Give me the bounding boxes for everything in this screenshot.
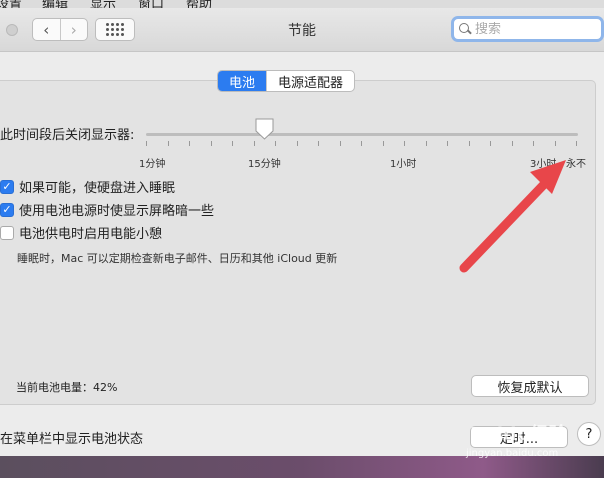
show-battery-status-label: 在菜单栏中显示电池状态 xyxy=(0,432,144,447)
option-dim-display-label: 使用电池电源时使显示屏略暗一些 xyxy=(19,204,215,219)
slider-tick xyxy=(447,141,448,146)
menu-window[interactable]: 窗口 xyxy=(138,0,164,8)
option-power-nap[interactable]: 电池供电时启用电能小憩 xyxy=(0,223,162,242)
menubar: 设置 编辑 显示 窗口 帮助 xyxy=(0,0,604,8)
menu-edit[interactable]: 编辑 xyxy=(42,0,68,8)
slider-tick xyxy=(382,141,384,146)
slider-tick xyxy=(511,141,513,146)
option-hdd-sleep-label: 如果可能，使硬盘进入睡眠 xyxy=(19,181,176,196)
slider-tick xyxy=(361,141,362,146)
slider-tick xyxy=(339,141,341,146)
tick-label-1hr: 1小时 xyxy=(390,159,417,170)
tab-segment: 电池 电源适配器 xyxy=(217,70,356,92)
slider-tick xyxy=(576,141,577,146)
toolbar: ‹ › 节能 xyxy=(0,8,604,52)
slider-tick xyxy=(490,141,491,146)
slider-tick xyxy=(210,141,212,146)
power-nap-note: 睡眠时，Mac 可以定期检查新电子邮件、日历和其他 iCloud 更新 xyxy=(17,252,338,265)
slider-tick xyxy=(167,141,169,146)
slider-tick xyxy=(468,141,470,146)
slider-tick xyxy=(425,141,427,146)
slider-tick xyxy=(232,141,233,146)
menu-view[interactable]: 显示 xyxy=(90,0,116,8)
tick-label-15min: 15分钟 xyxy=(248,159,281,170)
search-field[interactable] xyxy=(451,16,604,42)
slider-tick xyxy=(404,141,405,146)
tab-battery[interactable]: 电池 xyxy=(218,71,267,91)
slider-tick xyxy=(146,141,147,146)
menu-settings[interactable]: 设置 xyxy=(0,0,22,8)
option-dim-display[interactable]: 使用电池电源时使显示屏略暗一些 xyxy=(0,200,214,219)
display-sleep-label: 此时间段后关闭显示器: xyxy=(0,128,135,143)
search-icon xyxy=(458,22,472,36)
help-button[interactable]: ? xyxy=(577,422,601,446)
option-hdd-sleep[interactable]: 如果可能，使硬盘进入睡眠 xyxy=(0,177,175,196)
tick-label-3hr: 3小时 xyxy=(530,159,557,170)
restore-defaults-button[interactable]: 恢复成默认 xyxy=(471,375,589,397)
checkbox-hdd-sleep[interactable] xyxy=(0,179,14,194)
tick-label-1min: 1分钟 xyxy=(139,159,166,170)
baidu-watermark-url: jingyan.baidu.com xyxy=(466,448,559,459)
display-sleep-slider-thumb[interactable] xyxy=(255,118,274,140)
desktop-wallpaper xyxy=(0,456,604,478)
slider-tick xyxy=(189,141,190,146)
menu-help[interactable]: 帮助 xyxy=(186,0,212,8)
slider-tick xyxy=(318,141,319,146)
tick-label-never: 永不 xyxy=(566,159,586,170)
slider-tick xyxy=(296,141,298,146)
slider-tick xyxy=(554,141,556,146)
search-input[interactable] xyxy=(475,21,595,37)
option-power-nap-label: 电池供电时启用电能小憩 xyxy=(19,227,163,242)
baidu-watermark: Baidu经验 xyxy=(470,424,568,445)
battery-level: 当前电池电量：42% xyxy=(16,381,118,394)
energy-saver-window: ‹ › 节能 电池 电源适配器 此时间段后关闭显示器: 1分钟 15分钟 1小时… xyxy=(0,8,604,456)
tab-power-adapter[interactable]: 电源适配器 xyxy=(266,71,354,91)
checkbox-dim-display[interactable] xyxy=(0,202,14,217)
display-sleep-slider-track[interactable] xyxy=(146,133,578,136)
slider-tick xyxy=(275,141,276,146)
slider-tick xyxy=(253,141,255,146)
slider-tick xyxy=(533,141,534,146)
checkbox-power-nap[interactable] xyxy=(0,225,14,240)
